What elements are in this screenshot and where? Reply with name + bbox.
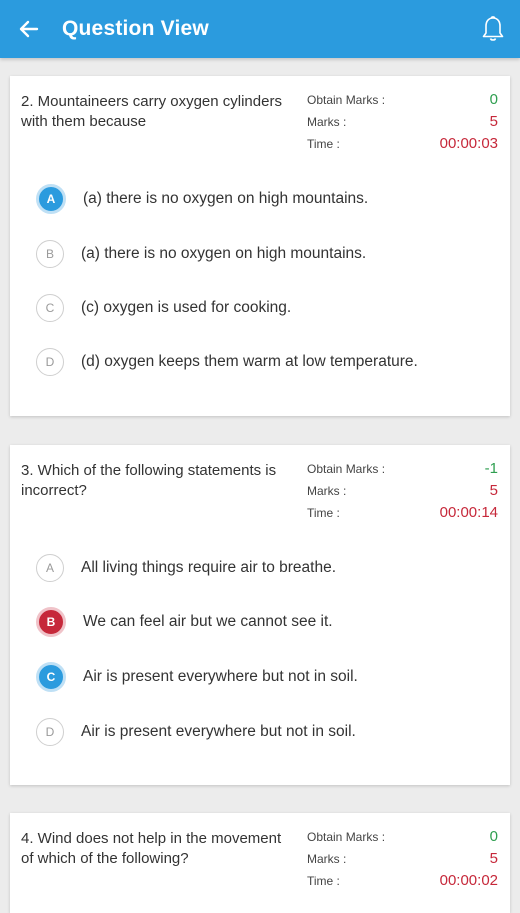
option-badge: C bbox=[36, 294, 64, 322]
question-card: 2. Mountaineers carry oxygen cylinders w… bbox=[10, 76, 510, 416]
question-card: 4. Wind does not help in the movement of… bbox=[10, 813, 510, 913]
option-text: We can feel air but we cannot see it. bbox=[83, 613, 333, 630]
obtain-marks-value: -1 bbox=[484, 460, 498, 477]
option-a[interactable]: A All living things require air to breat… bbox=[36, 551, 476, 585]
option-badge: D bbox=[36, 718, 64, 746]
question-text: 4. Wind does not help in the movement of… bbox=[21, 830, 282, 867]
time-label: Time : bbox=[307, 137, 340, 151]
obtain-marks-label: Obtain Marks : bbox=[307, 462, 386, 476]
marks-value: 5 bbox=[489, 113, 498, 130]
option-c[interactable]: C Air is present everywhere but not in s… bbox=[36, 660, 476, 694]
time-label: Time : bbox=[307, 506, 340, 520]
marks-value: 5 bbox=[489, 850, 498, 867]
option-badge: B bbox=[36, 240, 64, 268]
option-text: (c) oxygen is used for cooking. bbox=[81, 299, 292, 316]
option-c[interactable]: C (c) oxygen is used for cooking. bbox=[36, 291, 476, 325]
option-text: All living things require air to breathe… bbox=[81, 559, 337, 576]
option-text: (a) there is no oxygen on high mountains… bbox=[81, 245, 367, 262]
option-b[interactable]: B We can feel air but we cannot see it. bbox=[36, 605, 476, 639]
question-text: 3. Which of the following statements is … bbox=[21, 462, 277, 499]
option-badge: D bbox=[36, 348, 64, 376]
notification-button[interactable] bbox=[478, 14, 508, 44]
option-d[interactable]: D Air is present everywhere but not in s… bbox=[36, 715, 476, 749]
time-value: 00:00:02 bbox=[439, 872, 498, 889]
bell-icon bbox=[482, 16, 504, 41]
question-card: 3. Which of the following statements is … bbox=[10, 445, 510, 785]
option-badge: A bbox=[36, 554, 64, 582]
obtain-marks-label: Obtain Marks : bbox=[307, 830, 386, 844]
option-b[interactable]: B (a) there is no oxygen on high mountai… bbox=[36, 237, 476, 271]
option-text: Air is present everywhere but not in soi… bbox=[83, 668, 358, 685]
arrow-left-icon bbox=[19, 20, 39, 38]
marks-label: Marks : bbox=[307, 852, 347, 866]
option-a[interactable]: A (a) there is no oxygen on high mountai… bbox=[36, 182, 476, 216]
time-value: 00:00:03 bbox=[439, 135, 498, 152]
option-badge: C bbox=[36, 662, 66, 692]
time-value: 00:00:14 bbox=[439, 504, 498, 521]
obtain-marks-label: Obtain Marks : bbox=[307, 93, 386, 107]
question-text: 2. Mountaineers carry oxygen cylinders w… bbox=[21, 93, 282, 130]
time-label: Time : bbox=[307, 874, 340, 888]
option-d[interactable]: D (d) oxygen keeps them warm at low temp… bbox=[36, 345, 476, 379]
obtain-marks-value: 0 bbox=[489, 828, 498, 845]
app-bar: Question View bbox=[0, 0, 520, 58]
obtain-marks-value: 0 bbox=[489, 91, 498, 108]
option-badge: A bbox=[36, 184, 66, 214]
option-badge: B bbox=[36, 607, 66, 637]
page-title: Question View bbox=[62, 17, 209, 40]
marks-value: 5 bbox=[489, 482, 498, 499]
option-text: (a) there is no oxygen on high mountains… bbox=[83, 190, 369, 207]
marks-label: Marks : bbox=[307, 115, 347, 129]
marks-label: Marks : bbox=[307, 484, 347, 498]
back-button[interactable] bbox=[14, 14, 44, 44]
option-text: (d) oxygen keeps them warm at low temper… bbox=[81, 353, 418, 370]
option-text: Air is present everywhere but not in soi… bbox=[81, 723, 356, 740]
